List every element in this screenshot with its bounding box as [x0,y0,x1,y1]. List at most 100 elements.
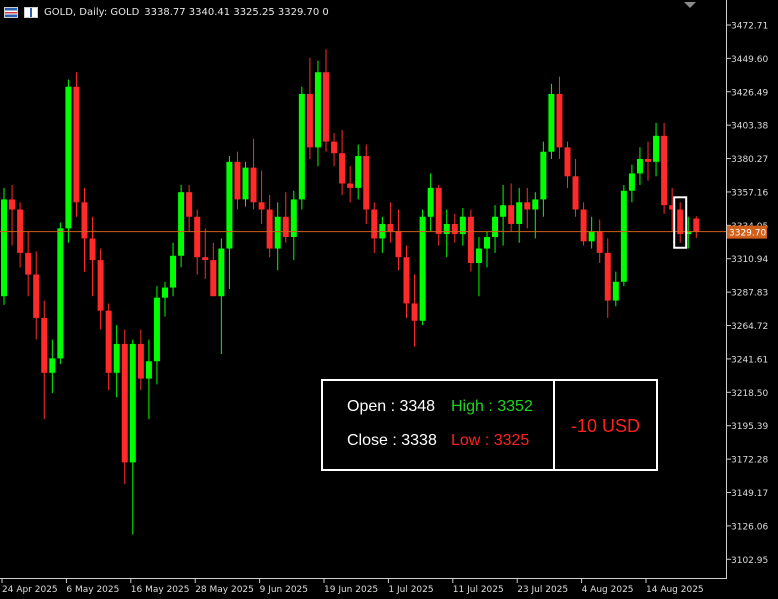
candle-bull[interactable] [178,192,185,256]
candle-bear[interactable] [347,183,354,188]
candle-bear[interactable] [81,202,88,239]
candle-bull[interactable] [1,199,7,297]
candle-bear[interactable] [411,303,418,321]
candle-bear[interactable] [121,343,128,463]
candle-bull[interactable] [620,190,627,282]
candle-bear[interactable] [250,167,257,203]
candle-bear[interactable] [41,317,48,373]
candle-bull[interactable] [49,358,56,373]
candle-bull[interactable] [500,205,507,217]
candle-bear[interactable] [331,141,338,154]
candle-bear[interactable] [363,156,370,210]
candle-bear[interactable] [9,199,16,210]
candle-bear[interactable] [194,216,201,258]
candle-bull[interactable] [636,158,643,174]
candle-bear[interactable] [403,257,410,304]
candle-bull[interactable] [113,343,120,373]
candle-bear[interactable] [580,209,587,242]
candle-bear[interactable] [435,187,442,235]
time-tick-label: 4 Aug 2025 [582,585,634,595]
candle-bear[interactable] [339,153,346,184]
candle-bear[interactable] [693,218,700,232]
candle-bear[interactable] [210,260,217,297]
candle-bear[interactable] [282,216,289,237]
candle-bull[interactable] [242,167,249,200]
candle-bull[interactable] [588,231,595,242]
candle-bull[interactable] [298,93,305,200]
candle-bear[interactable] [564,147,571,177]
chart-shift-marker-icon[interactable] [684,2,696,8]
candle-bull[interactable] [145,361,152,379]
candle-bull[interactable] [532,199,539,210]
candle-bull[interactable] [540,151,547,200]
candle-bull[interactable] [153,297,160,362]
price-tick-label: 3403.38 [731,122,768,132]
price-tick-label: 3102.95 [731,556,768,566]
candle-bull[interactable] [226,161,233,249]
time-tick-label: 14 Aug 2025 [646,585,704,595]
chart-ohlc-values: 3338.77 3340.41 3325.25 3329.70 0 [144,6,329,18]
candle-bear[interactable] [186,192,193,217]
candle-bear[interactable] [137,343,144,379]
time-tick-label: 28 May 2025 [195,585,254,595]
candle-bear[interactable] [306,93,313,148]
chart-header: GOLD, Daily: GOLD 3338.77 3340.41 3325.2… [4,4,334,20]
candle-bull[interactable] [443,223,450,235]
candle-bear[interactable] [105,310,112,373]
price-tick-label: 3380.27 [731,155,768,165]
candle-bear[interactable] [258,202,265,210]
candlestick-chart[interactable]: 3472.71 3449.60 3426.49 3403.38 3380.27 3357.… [0,0,778,599]
candle-bear[interactable] [395,231,402,258]
candle-bull[interactable] [516,202,523,224]
candle-bear[interactable] [234,161,241,200]
candle-bull[interactable] [170,255,177,288]
price-tick-label: 3310.94 [731,255,768,265]
price-tick-label: 3149.17 [731,489,768,499]
candle-bear[interactable] [645,158,651,162]
candle-bull[interactable] [419,216,426,321]
candle-bull[interactable] [628,173,635,191]
candle-bull[interactable] [57,228,64,359]
candle-bull[interactable] [162,287,168,298]
price-axis: 3472.71 3449.60 3426.49 3403.38 3380.27 3357.… [727,21,768,566]
price-tick-label: 3195.39 [731,422,768,432]
candle-bull[interactable] [129,343,136,463]
candle-bull[interactable] [548,93,555,152]
candle-bear[interactable] [387,223,394,232]
price-tick-label: 3126.06 [731,522,768,532]
candle-bull[interactable] [218,248,225,297]
candle-bear[interactable] [467,216,474,263]
candle-bear[interactable] [89,238,96,261]
candle-bull[interactable] [653,135,660,162]
candle-bear[interactable] [323,72,329,142]
candle-bull[interactable] [314,72,321,148]
candle-bear[interactable] [371,209,378,239]
candle-bear[interactable] [604,252,611,301]
candle-bear[interactable] [33,274,40,318]
candle-bear[interactable] [508,205,515,224]
candle-bull[interactable] [65,86,72,229]
candle-bear[interactable] [661,135,668,206]
candle-bear[interactable] [202,257,209,261]
candle-bear[interactable] [73,86,80,203]
candle-bull[interactable] [427,187,434,217]
candle-bear[interactable] [266,209,273,249]
candle-bear[interactable] [524,202,531,210]
candle-bull[interactable] [492,216,499,237]
candle-bear[interactable] [556,93,563,148]
candle-bull[interactable] [612,281,619,301]
candle-bear[interactable] [97,260,104,311]
candle-bull[interactable] [274,216,281,249]
candle-bull[interactable] [484,236,490,249]
candle-bear[interactable] [451,223,458,235]
price-tick-label: 3264.72 [731,322,768,332]
candle-bull[interactable] [475,248,482,263]
candle-bear[interactable] [25,252,32,275]
time-tick-label: 16 May 2025 [131,585,190,595]
candle-bear[interactable] [677,209,684,235]
pnl-value: -10 USD [571,416,641,436]
candle-bull[interactable] [355,156,362,188]
candle-bear[interactable] [572,176,579,210]
time-axis: 24 Apr 2025 6 May 2025 16 May 2025 28 May 2… [1,579,704,595]
candle-bear[interactable] [596,231,603,253]
